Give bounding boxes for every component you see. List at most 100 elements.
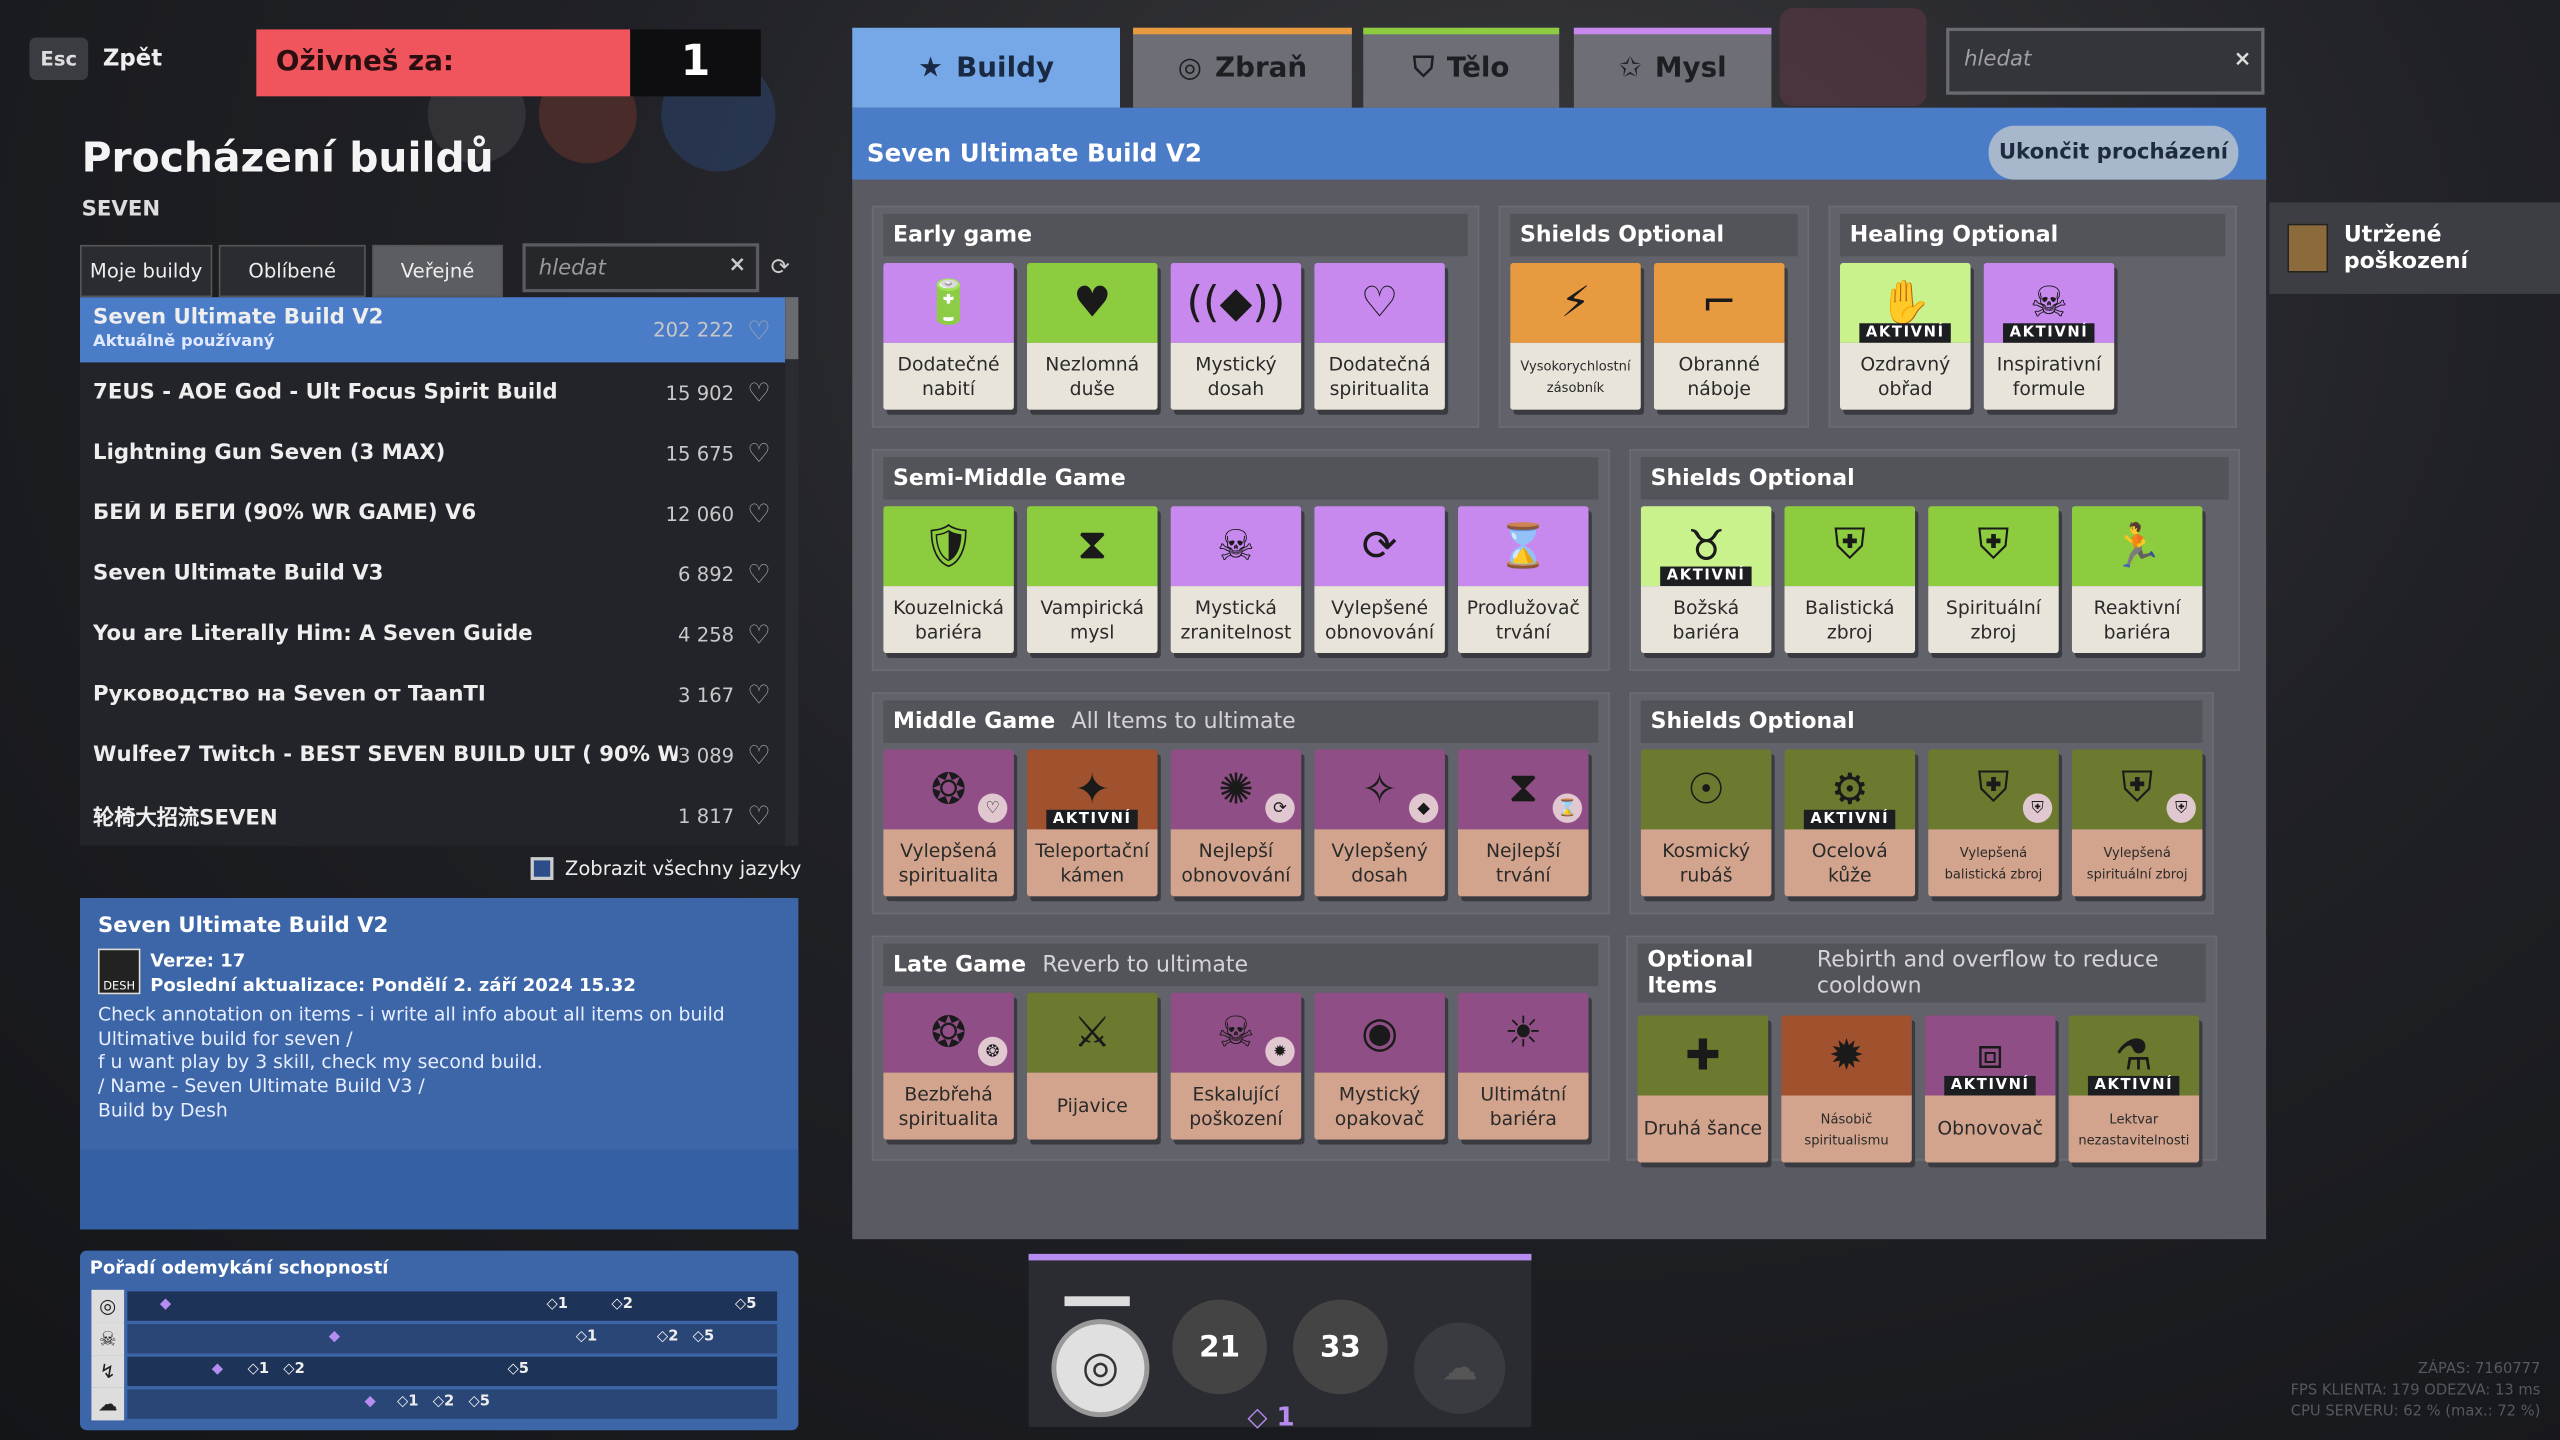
item-card[interactable]: ♉ AKTIVNÍ Božská bariéra (1640, 506, 1772, 654)
show-all-languages-checkbox[interactable]: Zobrazit všechny jazyky (530, 857, 802, 880)
tab-spirit[interactable]: ✩ Mysl (1573, 27, 1772, 108)
end-browsing-button[interactable]: Ukončit procházení (1988, 125, 2239, 180)
checkbox-label: Zobrazit všechny jazyky (564, 857, 802, 880)
heart-icon[interactable]: ♡ (747, 740, 770, 771)
item-name: Ocelová kůže (1784, 829, 1916, 897)
ability-unlock-marker: ◇2 (283, 1361, 305, 1378)
item-card[interactable]: ☀ Ultimátní bariéra (1457, 992, 1589, 1140)
heart-icon[interactable]: ♡ (747, 800, 770, 831)
item-icon: ❂ (930, 764, 967, 814)
item-search-input[interactable]: hledat × (1946, 27, 2265, 95)
tab-public[interactable]: Veřejné (372, 244, 503, 298)
build-search-input[interactable]: hledat × (522, 243, 760, 293)
item-card[interactable]: ⟳ Vylepšené obnovování (1314, 506, 1445, 654)
ability-order-bar: ◆ ◇1 ◇2 ◇5 (127, 1389, 778, 1419)
item-icon: ⟳ (1361, 521, 1398, 571)
build-name: Lightning Gun Seven (3 MAX) (93, 440, 446, 466)
item-card[interactable]: ✺ ⟳ Nejlepší obnovování (1170, 749, 1302, 897)
item-icon: ⌐ (1701, 278, 1737, 328)
clear-search-icon[interactable]: × (2234, 47, 2252, 71)
heart-icon[interactable]: ♡ (747, 314, 770, 345)
tab-favorites[interactable]: Oblíbené (218, 244, 366, 298)
section-header: Early game (883, 213, 1468, 257)
item-card[interactable]: ☉ Kosmický rubáš (1640, 749, 1772, 897)
item-card[interactable]: 🏃 Reaktivní bariéra (2071, 506, 2203, 654)
build-list-item[interactable]: Seven Ultimate Build V3 6 892 ♡ (80, 544, 785, 604)
build-list-scrollbar[interactable] (785, 297, 799, 846)
item-card[interactable]: ⚔ Pijavice (1026, 992, 1158, 1140)
item-card[interactable]: ✧ ◆ Vylepšený dosah (1314, 749, 1445, 897)
item-card[interactable]: ⧗ Vampirická mysl (1026, 506, 1158, 654)
tab-builds[interactable]: ★ Buildy (852, 27, 1120, 108)
scrollbar-thumb[interactable] (785, 297, 799, 360)
item-card[interactable]: ♥ Nezlomná duše (1026, 262, 1158, 410)
active-tag: AKTIVNÍ (1660, 566, 1753, 587)
damage-taken-badge[interactable]: Utržené poškození (2269, 202, 2560, 294)
tab-my-builds[interactable]: Moje buildy (79, 244, 213, 298)
item-card[interactable]: ⧗ ⌛ Nejlepší trvání (1457, 749, 1589, 897)
build-list-item[interactable]: БЕЙ И БЕГИ (90% WR GAME) V6 12 060 ♡ (80, 483, 785, 543)
build-list-item[interactable]: You are Literally Him: A Seven Guide 4 25… (80, 604, 785, 664)
checkbox-box[interactable] (530, 857, 554, 880)
clear-search-icon[interactable]: × (728, 253, 746, 277)
ability-unlock-marker: ◇5 (468, 1394, 490, 1411)
detail-footer (79, 1149, 799, 1230)
item-card[interactable]: ((◆)) Mystický dosah (1170, 262, 1302, 410)
item-card[interactable]: ⛨ ⛨ Vylepšená spirituální zbroj (2071, 749, 2203, 897)
refresh-icon[interactable]: ⟳ (771, 255, 790, 281)
item-card[interactable]: 🔋 Dodatečné nabití (883, 262, 1014, 410)
ability-unlock-marker: ◇1 (575, 1328, 598, 1346)
build-list-item[interactable]: Lightning Gun Seven (3 MAX) 15 675 ♡ (80, 423, 785, 483)
item-icon: ✦ (1074, 764, 1111, 814)
esc-key-button[interactable]: Esc (29, 37, 89, 80)
item-card[interactable]: ☠ Mystická zranitelnost (1170, 506, 1302, 654)
tab-weapon[interactable]: ◎ Zbraň (1133, 27, 1352, 108)
item-card[interactable]: ✋ AKTIVNÍ Ozdravný obřad (1839, 262, 1971, 410)
item-card[interactable]: ◉ Mystický opakovač (1314, 992, 1445, 1140)
item-card[interactable]: ⛨ Balistická zbroj (1784, 506, 1916, 654)
heart-icon[interactable]: ♡ (747, 438, 770, 469)
heart-icon[interactable]: ♡ (747, 619, 770, 650)
build-name: Wulfee7 Twitch - BEST SEVEN BUILD ULT ( … (93, 742, 679, 768)
item-icon: ☠ (2029, 278, 2069, 328)
tab-vitality[interactable]: ⛉ Tělo (1363, 27, 1560, 108)
back-button[interactable]: Zpět (103, 46, 162, 72)
item-card[interactable]: ⌐ Obranné náboje (1653, 262, 1785, 410)
weapon-icon: ◎ (1177, 51, 1202, 85)
build-list-item[interactable]: Wulfee7 Twitch - BEST SEVEN BUILD ULT ( … (80, 725, 785, 785)
item-card[interactable]: ✹ Násobič spiritualismu (1781, 1015, 1912, 1163)
item-card[interactable]: ✚ Druhá šance (1637, 1015, 1769, 1163)
item-card[interactable]: ⛨ Spirituální zbroj (1928, 506, 2059, 654)
build-list-item[interactable]: 轮椅大招流SEVEN 1 817 ♡ (80, 785, 785, 845)
item-name: Kouzelnická bariéra (883, 586, 1014, 654)
item-card[interactable]: ✦ AKTIVNÍ Teleportační kámen (1026, 749, 1158, 897)
heart-icon[interactable]: ♡ (747, 558, 770, 589)
build-name: БЕЙ И БЕГИ (90% WR GAME) V6 (93, 501, 477, 526)
item-card[interactable]: ♡ Dodatečná spiritualita (1314, 262, 1445, 410)
item-card[interactable]: ⌛ Prodlužovač trvání (1457, 506, 1589, 654)
heart-icon[interactable]: ♡ (747, 498, 770, 529)
ability-order-bar: ◆ ◇1 ◇2 ◇5 (127, 1356, 778, 1387)
item-card[interactable]: ⧈ AKTIVNÍ Obnovovač (1924, 1015, 2056, 1163)
item-card[interactable]: 🛡 Kouzelnická bariéra (883, 506, 1014, 654)
heart-icon[interactable]: ♡ (747, 377, 770, 408)
section-header: Shields Optional (1640, 700, 2203, 743)
item-card[interactable]: ⛨ ⛨ Vylepšená balistická zbroj (1928, 749, 2059, 897)
active-tag: AKTIVNÍ (1944, 1075, 2037, 1096)
item-card[interactable]: ⚙ AKTIVNÍ Ocelová kůže (1784, 749, 1916, 897)
heart-icon[interactable]: ♡ (747, 679, 770, 710)
ability-unlock-marker: ◇2 (656, 1328, 679, 1346)
build-list-item[interactable]: 7EUS - AOE God - Ult Focus Spirit Build 1… (80, 362, 785, 422)
item-card[interactable]: ⚗ AKTIVNÍ Lektvar nezastavitelnosti (2068, 1015, 2200, 1163)
item-card[interactable]: ❂ ❂ Bezbřehá spiritualita (883, 992, 1014, 1140)
build-list-item[interactable]: Руководство на Seven от TaanTI 3 167 ♡ (80, 664, 785, 724)
item-card[interactable]: ❂ ♡ Vylepšená spiritualita (883, 749, 1014, 897)
item-card[interactable]: ⚡ Vysokorychlostní zásobník (1510, 262, 1641, 410)
build-name: Руководство на Seven от TaanTI (93, 682, 486, 707)
section-title: Semi-Middle Game (893, 465, 1126, 492)
build-list-item-selected[interactable]: Seven Ultimate Build V2 Aktuálně používan… (79, 297, 786, 363)
section-header: Shields Optional (1640, 457, 2229, 500)
item-card[interactable]: ☠ ✹ Eskalující poškození (1170, 992, 1302, 1140)
item-card[interactable]: ☠ AKTIVNÍ Inspirativní formule (1983, 262, 2115, 410)
ability-unlock-marker: ◇2 (432, 1394, 455, 1411)
